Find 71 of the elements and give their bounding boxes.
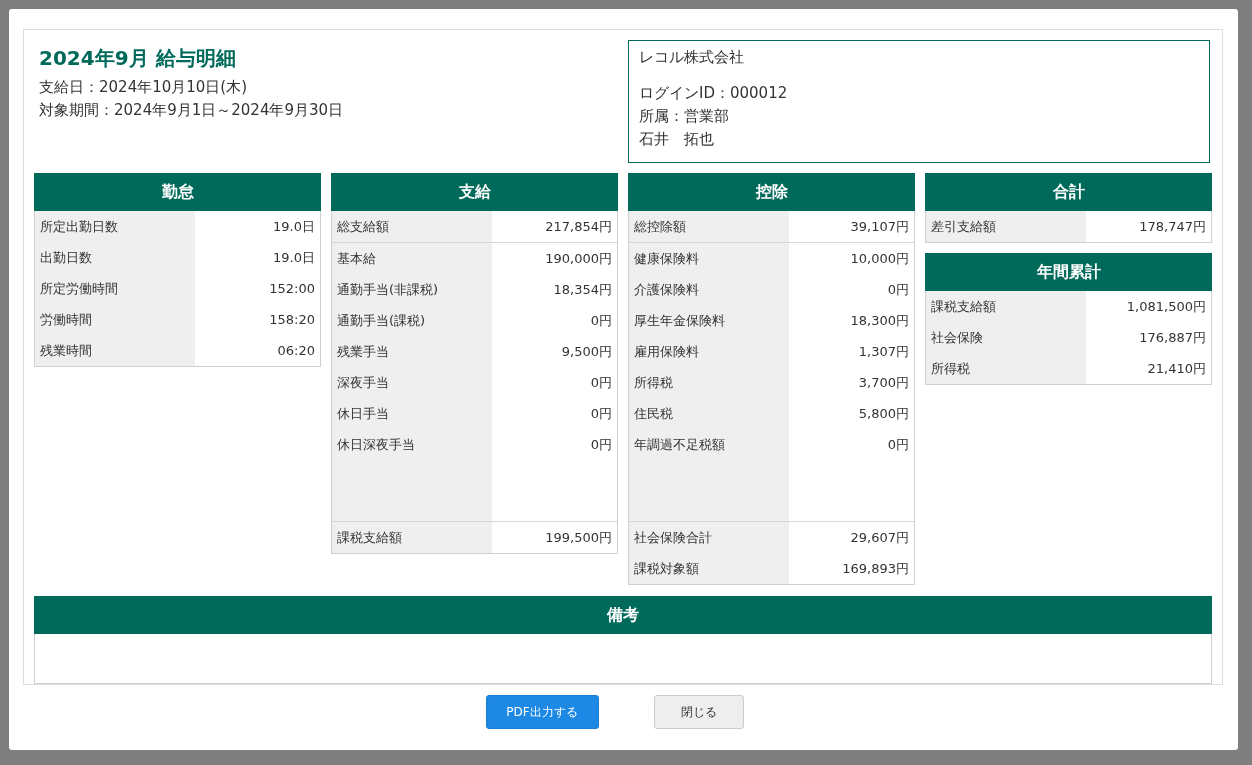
label-cell-text: 労働時間 <box>39 310 93 329</box>
label-cell-text: 雇用保険料 <box>633 342 700 361</box>
value-cell-text: 39,107円 <box>849 217 910 236</box>
label-cell-text: 深夜手当 <box>336 373 390 392</box>
value-cell-text: 29,607円 <box>849 528 910 547</box>
label-cell-text: 休日深夜手当 <box>336 435 416 454</box>
period: 対象期間：2024年9月1日～2024年9月30日 <box>39 100 345 121</box>
value-cell-text: 5,800円 <box>857 404 910 423</box>
label-cell-text: 住民税 <box>633 404 674 423</box>
panel-header: 勤怠 <box>34 173 321 211</box>
panel-header: 控除 <box>628 173 915 211</box>
value-cell-text: 158:20 <box>268 312 316 327</box>
label-cell-text: 総控除額 <box>633 217 687 236</box>
department: 所属：営業部 <box>639 106 730 127</box>
panel-header: 年間累計 <box>925 253 1212 291</box>
employee-name: 石井 拓也 <box>639 129 715 150</box>
label-cell-text: 残業手当 <box>336 342 390 361</box>
label-cell-text: 社会保険 <box>930 328 984 347</box>
value-cell-text: 19.0日 <box>272 248 316 267</box>
company-name: レコル株式会社 <box>639 47 745 68</box>
label-cell-text: 社会保険合計 <box>633 528 713 547</box>
value-cell-text: 19.0日 <box>272 217 316 236</box>
value-cell-text: 0円 <box>589 311 613 330</box>
value-cell-text: 0円 <box>886 435 910 454</box>
label-cell-text: 残業時間 <box>39 341 93 360</box>
label-cell-text: 課税支給額 <box>336 528 403 547</box>
value-cell-text: 10,000円 <box>849 249 910 268</box>
value-cell-text: 217,854円 <box>544 217 613 236</box>
label-cell-text: 厚生年金保険料 <box>633 311 726 330</box>
value-cell-text: 0円 <box>589 435 613 454</box>
label-cell-text: 所定出勤日数 <box>39 217 119 236</box>
value-cell-text: 0円 <box>589 373 613 392</box>
value-cell-text: 152:00 <box>268 281 316 296</box>
value-cell-text: 3,700円 <box>857 373 910 392</box>
label-cell-text: 差引支給額 <box>930 217 997 236</box>
label-cell-text: 所定労働時間 <box>39 279 119 298</box>
value-cell-text: 21,410円 <box>1146 359 1207 378</box>
label-cell-text: 健康保険料 <box>633 249 700 268</box>
label-cell-text: 休日手当 <box>336 404 390 423</box>
label-cell-text: 介護保険料 <box>633 280 700 299</box>
value-cell-text: 178,747円 <box>1138 217 1207 236</box>
remarks-header: 備考 <box>34 596 1212 634</box>
value-cell-text: 0円 <box>589 404 613 423</box>
label-cell-text: 年調過不足税額 <box>633 435 726 454</box>
label-cell-text: 課税支給額 <box>930 297 997 316</box>
label-cell-text: 通勤手当(課税) <box>336 311 427 330</box>
close-button[interactable]: 閉じる <box>653 695 744 729</box>
value-cell-text: 199,500円 <box>544 528 613 547</box>
value-cell-text: 18,300円 <box>849 311 910 330</box>
value-cell-text: 176,887円 <box>1138 328 1207 347</box>
label-cell-text: 総支給額 <box>336 217 390 236</box>
value-cell-text: 06:20 <box>276 343 316 358</box>
value-cell-text: 0円 <box>886 280 910 299</box>
value-cell-text: 1,081,500円 <box>1125 297 1207 316</box>
value-cell-text: 169,893円 <box>841 559 910 578</box>
label-cell-text: 課税対象額 <box>633 559 700 578</box>
label-cell-text: 出勤日数 <box>39 248 93 267</box>
value-cell-text: 190,000円 <box>544 249 613 268</box>
value-cell-text: 9,500円 <box>560 342 613 361</box>
page-title: 2024年9月 給与明細 <box>39 45 237 72</box>
value-cell-text: 18,354円 <box>552 280 613 299</box>
pdf-button[interactable]: PDF出力する <box>485 695 599 729</box>
label-cell-text: 所得税 <box>930 359 971 378</box>
label-cell-text: 通勤手当(非課税) <box>336 280 440 299</box>
value-cell-text: 1,307円 <box>857 342 910 361</box>
label-cell-text: 所得税 <box>633 373 674 392</box>
panel-header: 支給 <box>331 173 618 211</box>
pay-date: 支給日：2024年10月10日(木) <box>39 77 249 98</box>
login-id: ログインID：000012 <box>639 83 789 104</box>
panel-header: 合計 <box>925 173 1212 211</box>
label-cell-text: 基本給 <box>336 249 377 268</box>
